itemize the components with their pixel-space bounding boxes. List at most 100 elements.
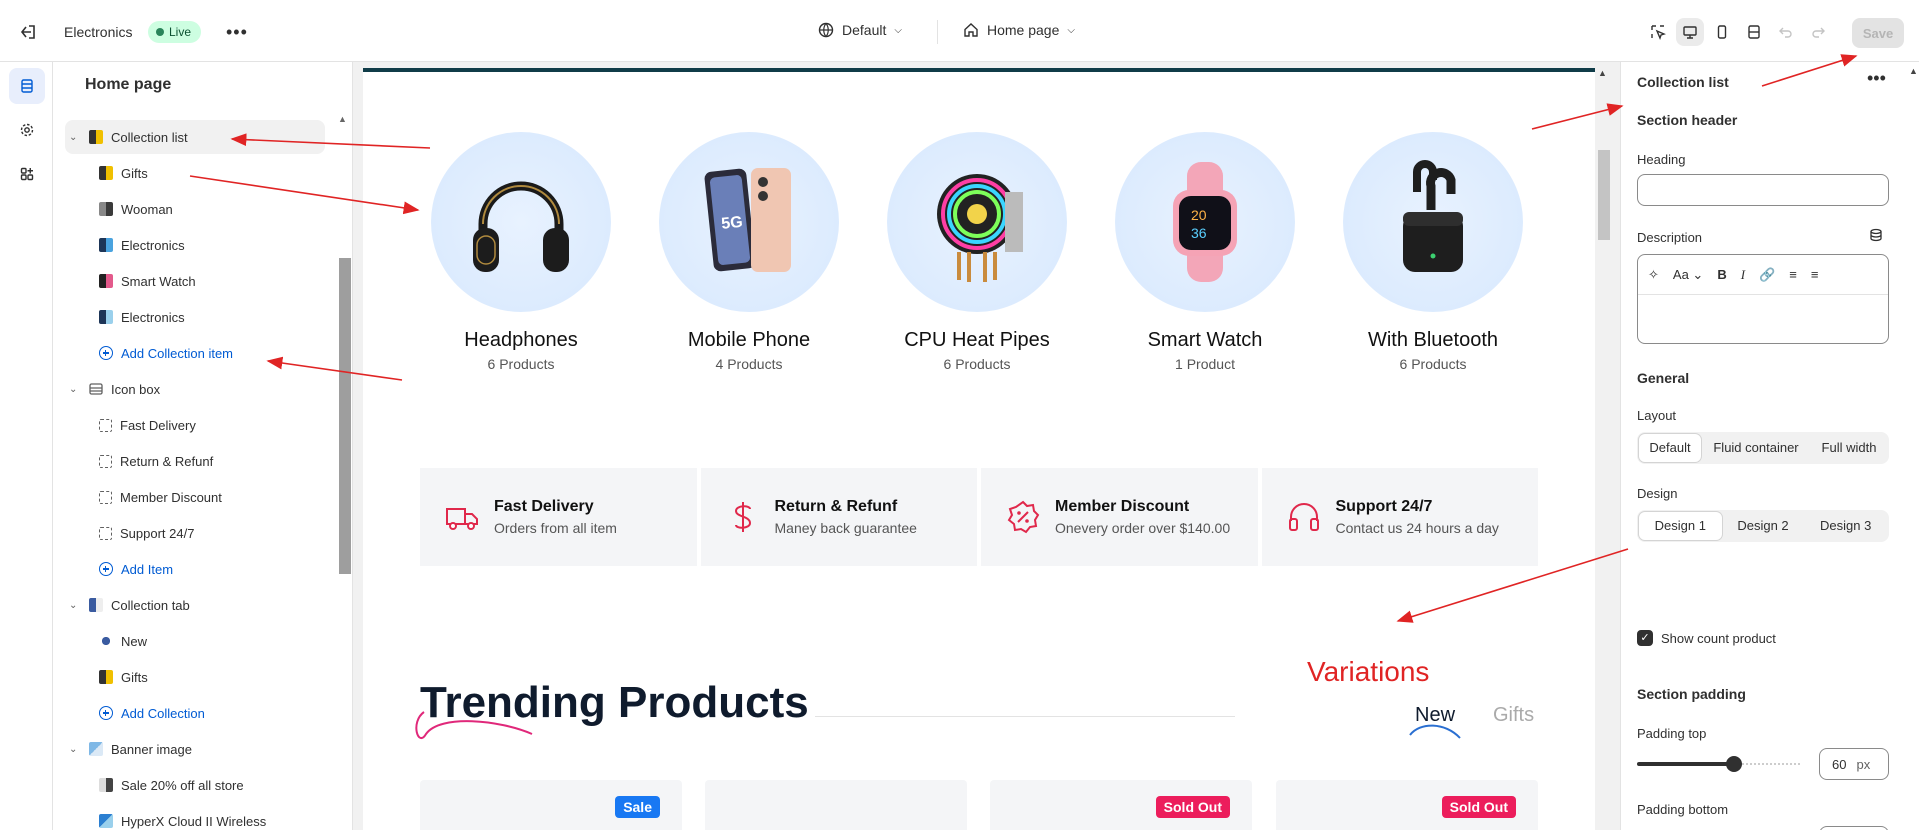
magic-icon[interactable]: ✧: [1648, 267, 1659, 283]
tree-item-label: HyperX Cloud II Wireless: [121, 813, 267, 829]
layout-option-fluid[interactable]: Fluid container: [1701, 434, 1811, 462]
tree-item-electronics[interactable]: Electronics: [65, 228, 325, 262]
tree-item-label: Collection list: [111, 129, 188, 145]
chevron-down-icon[interactable]: ⌄: [69, 600, 83, 611]
slider-handle[interactable]: [1726, 756, 1742, 772]
tree-item-icon-box[interactable]: ⌄ Icon box: [65, 372, 325, 406]
collection-thumb-icon: [99, 202, 113, 216]
collection-count: 1 Product: [1175, 356, 1235, 372]
layout-option-default[interactable]: Default: [1639, 434, 1701, 462]
add-item-button[interactable]: Add Item: [65, 552, 325, 586]
product-card[interactable]: Sold Out: [990, 780, 1252, 830]
tree-item-banner-image[interactable]: ⌄ Banner image: [65, 732, 325, 766]
collection-card[interactable]: 5G Mobile Phone 4 Products: [659, 132, 839, 372]
collection-card[interactable]: 20 36 Smart Watch 1 Product: [1115, 132, 1295, 372]
product-card[interactable]: [705, 780, 967, 830]
tree-item-support[interactable]: Support 24/7: [65, 516, 325, 550]
feature-item[interactable]: Return & Refunf Maney back guarantee: [700, 468, 977, 566]
link-icon[interactable]: 🔗: [1759, 267, 1775, 283]
collection-card[interactable]: Headphones 6 Products: [431, 132, 611, 372]
feature-subtitle: Maney back guarantee: [774, 520, 917, 536]
tree-item-electronics-2[interactable]: Electronics: [65, 300, 325, 334]
theme-selector[interactable]: Default ⌵: [818, 22, 902, 38]
dynamic-source-icon[interactable]: [1869, 228, 1883, 242]
numbered-list-icon[interactable]: ≡: [1811, 267, 1819, 282]
tree-item-sale-banner[interactable]: Sale 20% off all store: [65, 768, 325, 802]
feature-item[interactable]: Support 24/7 Contact us 24 hours a day: [1261, 468, 1538, 566]
sold-out-badge: Sold Out: [1441, 796, 1516, 818]
chevron-down-icon[interactable]: ⌄: [69, 744, 83, 755]
tree-item-wooman[interactable]: Wooman: [65, 192, 325, 226]
chevron-down-icon[interactable]: ⌄: [69, 132, 83, 143]
block-icon: [99, 454, 112, 468]
icon-box-row: Fast Delivery Orders from all item Return…: [420, 468, 1538, 566]
chevron-down-icon[interactable]: ⌄: [69, 384, 83, 395]
tree-item-label: Electronics: [121, 309, 185, 325]
section-thumb-icon: [89, 742, 103, 756]
tree-item-hyperx-banner[interactable]: HyperX Cloud II Wireless: [65, 804, 325, 830]
headset-icon: [1288, 503, 1319, 531]
collection-name: Mobile Phone: [687, 329, 811, 351]
tree-item-gifts-2[interactable]: Gifts: [65, 660, 325, 694]
sections-icon[interactable]: [9, 68, 45, 104]
collection-card[interactable]: With Bluetooth 6 Products: [1343, 132, 1523, 372]
tree-item-collection-tab[interactable]: ⌄ Collection tab: [65, 588, 325, 622]
bullet-list-icon[interactable]: ≡: [1789, 267, 1797, 282]
tree-item-fast-delivery[interactable]: Fast Delivery: [65, 408, 325, 442]
scroll-up-icon[interactable]: ▲: [1909, 66, 1918, 76]
tree-item-new[interactable]: New: [65, 624, 325, 658]
tree-item-gifts[interactable]: Gifts: [65, 156, 325, 190]
feature-subtitle: Onevery order over $140.00: [1055, 520, 1231, 536]
design-option-2[interactable]: Design 2: [1722, 512, 1805, 540]
add-circle-icon: [99, 346, 113, 360]
collection-thumb-icon: [99, 310, 113, 324]
mobile-icon[interactable]: [1708, 18, 1736, 46]
tree-item-collection-list[interactable]: ⌄ Collection list: [65, 120, 325, 154]
preview-scrollbar[interactable]: [1598, 150, 1610, 240]
more-icon[interactable]: •••: [1867, 68, 1886, 89]
show-count-checkbox[interactable]: ✓ Show count product: [1637, 630, 1776, 646]
tree-item-member-discount[interactable]: Member Discount: [65, 480, 325, 514]
design-option-3[interactable]: Design 3: [1804, 512, 1887, 540]
settings-gear-icon[interactable]: [9, 112, 45, 148]
italic-icon[interactable]: I: [1741, 267, 1745, 283]
bold-icon[interactable]: B: [1717, 267, 1726, 282]
fullscreen-icon[interactable]: [1740, 18, 1768, 46]
collection-thumb-icon: [99, 634, 113, 648]
tree-scrollbar[interactable]: [339, 258, 351, 574]
scroll-up-icon[interactable]: ▲: [338, 114, 347, 124]
heading-input[interactable]: [1637, 174, 1889, 206]
font-size-button[interactable]: Aa ⌄: [1673, 267, 1703, 283]
collection-card[interactable]: CPU Heat Pipes 6 Products: [887, 132, 1067, 372]
padding-top-input[interactable]: 60 px: [1819, 748, 1889, 780]
apps-icon[interactable]: [9, 156, 45, 192]
tree-item-smart-watch[interactable]: Smart Watch: [65, 264, 325, 298]
undo-icon[interactable]: [1772, 18, 1800, 46]
tab-new[interactable]: New: [1415, 704, 1455, 727]
more-icon[interactable]: •••: [226, 22, 248, 43]
exit-icon[interactable]: [18, 22, 38, 42]
padding-bottom-input[interactable]: 15px: [1819, 826, 1889, 830]
add-collection-button[interactable]: Add Collection: [65, 696, 325, 730]
description-editor[interactable]: ✧ Aa ⌄ B I 🔗 ≡ ≡: [1637, 254, 1889, 344]
page-selector[interactable]: Home page ⌵: [963, 22, 1075, 38]
save-button[interactable]: Save: [1852, 18, 1904, 48]
desktop-icon[interactable]: [1676, 18, 1704, 46]
tab-gifts[interactable]: Gifts: [1493, 704, 1534, 727]
font-size-label: Aa: [1672, 266, 1689, 282]
tree-item-return-refunf[interactable]: Return & Refunf: [65, 444, 325, 478]
redo-icon[interactable]: [1804, 18, 1832, 46]
scroll-up-icon[interactable]: ▲: [1598, 68, 1607, 78]
add-collection-item-button[interactable]: Add Collection item: [65, 336, 325, 370]
product-card[interactable]: Sale: [420, 780, 682, 830]
design-option-1[interactable]: Design 1: [1639, 512, 1722, 540]
tree-item-label: Icon box: [111, 381, 161, 397]
padding-top-slider[interactable]: [1637, 756, 1802, 772]
preview-canvas[interactable]: Headphones 6 Products 5G Mobile Phone 4 …: [363, 68, 1595, 830]
product-card[interactable]: Sold Out: [1276, 780, 1538, 830]
feature-item[interactable]: Fast Delivery Orders from all item: [420, 468, 697, 566]
inspector-icon[interactable]: [1644, 18, 1672, 46]
layout-option-full-width[interactable]: Full width: [1811, 434, 1887, 462]
feature-item[interactable]: Member Discount Onevery order over $140.0…: [981, 468, 1258, 566]
tree-item-label: Electronics: [121, 237, 185, 253]
